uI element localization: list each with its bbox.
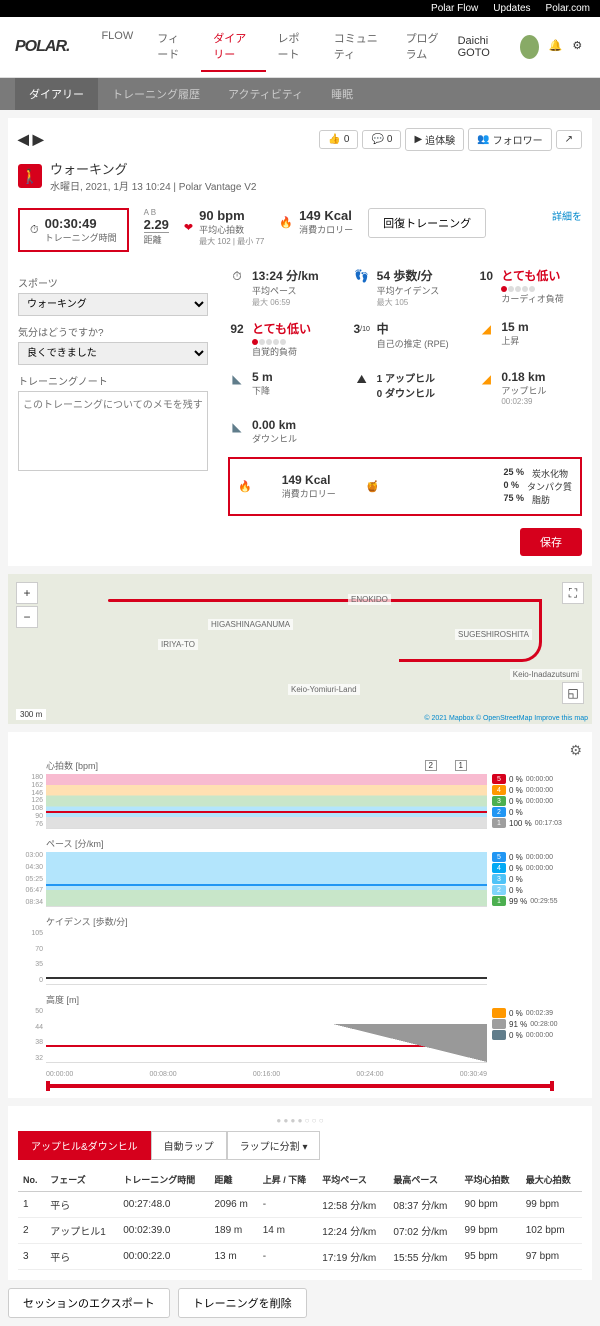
note-label: トレーニングノート	[18, 373, 208, 388]
table-header[interactable]: 最大心拍数	[521, 1168, 582, 1192]
session-title: ウォーキング	[50, 159, 256, 178]
like-button[interactable]: 👍 0	[319, 130, 358, 149]
subnav: ダイアリートレーニング履歴アクティビティ睡眠	[0, 78, 600, 110]
descent-icon: ◣	[228, 370, 246, 388]
settings-icon[interactable]: ⚙	[572, 39, 585, 55]
flame-icon: 🔥	[238, 480, 252, 493]
map-attribution[interactable]: © 2021 Mapbox © OpenStreetMap Improve th…	[424, 715, 588, 722]
nav-item[interactable]: コミュニティ	[322, 22, 394, 72]
macro-box: 🔥 149 Kcal消費カロリー 🍯 25 %炭水化物 0 %タンパク質 75 …	[228, 457, 582, 516]
cadence-icon: 👣	[353, 267, 371, 285]
table-header[interactable]: 平均ペース	[317, 1168, 388, 1192]
tab-lap-split[interactable]: ラップに分割 ▾	[227, 1131, 321, 1160]
walking-icon: 🚶	[18, 164, 42, 188]
flame-icon: 🔥	[279, 216, 293, 229]
load-icon: 10	[477, 267, 495, 285]
zoom-out-button[interactable]: −	[16, 606, 38, 628]
stopwatch-icon: ⏱	[30, 224, 39, 237]
nutrition-icon: 🍯	[366, 480, 380, 493]
delete-button[interactable]: トレーニングを削除	[178, 1288, 307, 1318]
prev-arrow[interactable]: ◀	[18, 131, 29, 148]
tab-auto-lap[interactable]: 自動ラップ	[151, 1131, 227, 1160]
table-row[interactable]: 1平ら00:27:48.02096 m-12:58 分/km08:37 分/km…	[18, 1192, 582, 1218]
feel-select[interactable]: 良くできました	[18, 342, 208, 365]
hills-icon: ⛰	[353, 370, 371, 388]
nav-item[interactable]: プログラム	[394, 22, 458, 72]
sport-select[interactable]: ウォーキング	[18, 293, 208, 316]
comment-button[interactable]: 💬 0	[362, 130, 401, 149]
subnav-item[interactable]: ダイアリー	[15, 78, 98, 110]
metrics-grid: ⏱13:24 分/km平均ペース最大 06:59 👣54 歩数/分平均ケイデンス…	[228, 267, 582, 516]
cal-stat: 🔥 149 Kcal消費カロリー	[279, 208, 353, 236]
map[interactable]: + − ⛶ ◱ ENOKIDO HIGASHINAGANUMA IRIYA-TO…	[8, 574, 592, 724]
nav-item[interactable]: ダイアリー	[201, 22, 265, 72]
table-header[interactable]: 距離	[209, 1168, 257, 1192]
avatar[interactable]	[520, 35, 539, 59]
fullscreen-button[interactable]: ⛶	[562, 582, 584, 604]
share-button[interactable]: ↗	[556, 130, 582, 149]
layers-button[interactable]: ◱	[562, 682, 584, 704]
table-header[interactable]: トレーニング時間	[118, 1168, 209, 1192]
table-header[interactable]: 平均心拍数	[460, 1168, 521, 1192]
nav-items: FLOWフィードダイアリーレポートコミュニティプログラム	[89, 22, 457, 72]
topbar-updates[interactable]: Updates	[493, 3, 530, 14]
subnav-item[interactable]: アクティビティ	[214, 78, 317, 110]
nav-item[interactable]: フィード	[145, 22, 201, 72]
feel-label: 気分はどうですか?	[18, 324, 208, 339]
ascent-icon: ◢	[477, 320, 495, 338]
nav-item[interactable]: FLOW	[89, 22, 145, 72]
table-header[interactable]: フェーズ	[45, 1168, 118, 1192]
logo[interactable]: POLAR.	[15, 38, 69, 56]
charts-section: ⚙ 心拍数 [bpm]18016214612610890761250 %00:0…	[8, 732, 592, 1098]
notifications-icon[interactable]: 🔔	[549, 39, 563, 55]
followers-button[interactable]: 👥 フォロワー	[468, 128, 551, 151]
topbar-polar[interactable]: Polar.com	[546, 3, 590, 14]
user-name[interactable]: Daichi GOTO	[458, 35, 510, 59]
save-button[interactable]: 保存	[520, 528, 582, 556]
table-header[interactable]: 上昇 / 下降	[258, 1168, 318, 1192]
range-slider[interactable]	[46, 1084, 554, 1088]
detail-link[interactable]: 詳細を	[552, 208, 582, 223]
downhill-icon: ◣	[228, 418, 246, 436]
distance-stat: A B2.29距離	[144, 208, 169, 246]
tab-uphill-downhill[interactable]: アップヒル&ダウンヒル	[18, 1131, 151, 1160]
uphill-icon: ◢	[477, 370, 495, 388]
export-button[interactable]: セッションのエクスポート	[8, 1288, 170, 1318]
table-header[interactable]: No.	[18, 1168, 45, 1192]
map-scale: 300 m	[16, 709, 46, 720]
pagination-dots[interactable]: ● ● ● ● ○ ○ ○	[18, 1116, 582, 1125]
table-row[interactable]: 2アップヒル100:02:39.0189 m14 m12:24 分/km07:0…	[18, 1218, 582, 1244]
table-row[interactable]: 3平ら00:00:22.013 m-17:19 分/km15:55 分/km95…	[18, 1244, 582, 1270]
rpe-mid-icon: 3/10	[353, 320, 371, 338]
relive-button[interactable]: ▶ 追体験	[405, 128, 464, 151]
chart-settings-icon[interactable]: ⚙	[569, 742, 582, 758]
sport-label: スポーツ	[18, 275, 208, 290]
next-arrow[interactable]: ▶	[33, 131, 44, 148]
subnav-item[interactable]: トレーニング履歴	[98, 78, 214, 110]
lap-table: No.フェーズトレーニング時間距離上昇 / 下降平均ペース最高ペース平均心拍数最…	[18, 1168, 582, 1270]
pace-icon: ⏱	[228, 267, 246, 285]
hr-stat: ❤ 90 bpm平均心拍数最大 102 | 最小 77	[184, 208, 264, 247]
nav-item[interactable]: レポート	[266, 22, 322, 72]
zoom-in-button[interactable]: +	[16, 582, 38, 604]
recovery-button[interactable]: 回復トレーニング	[368, 208, 486, 238]
rpe-icon: 92	[228, 320, 246, 338]
topbar-flow[interactable]: Polar Flow	[431, 3, 478, 14]
subnav-item[interactable]: 睡眠	[317, 78, 367, 110]
duration-stat: ⏱ 00:30:49トレーニング時間	[18, 208, 129, 252]
heart-icon: ❤	[184, 221, 193, 234]
note-textarea[interactable]	[18, 391, 208, 471]
table-header[interactable]: 最高ペース	[388, 1168, 459, 1192]
session-date: 水曜日, 2021, 1月 13 10:24 | Polar Vantage V…	[50, 178, 256, 193]
